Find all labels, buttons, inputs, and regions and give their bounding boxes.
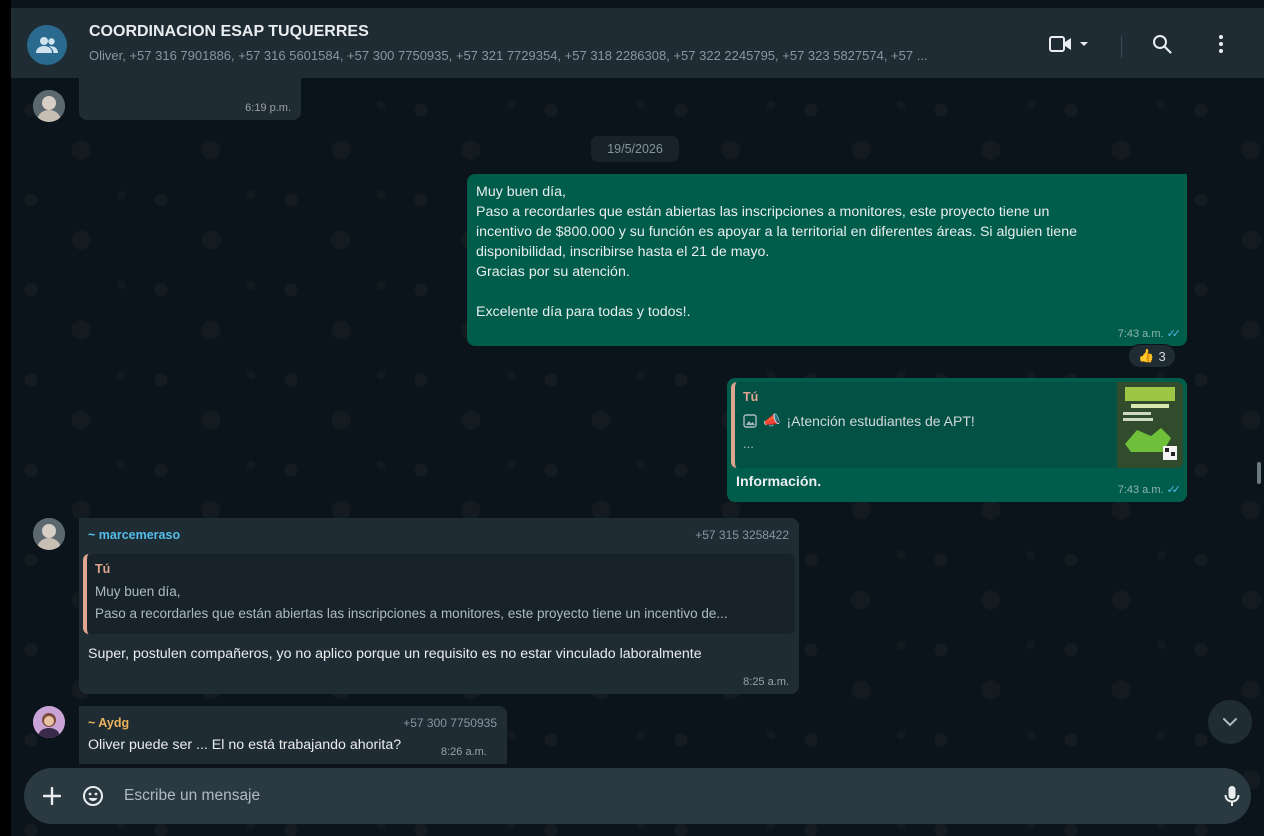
composer: Escribe un mensaje: [24, 768, 1251, 824]
group-icon: [36, 37, 58, 53]
message-list[interactable]: 6:19 p.m. 19/5/2026 Muy buen día, Paso a…: [11, 78, 1264, 764]
image-icon: [743, 413, 757, 428]
date-separator: 19/5/2026: [591, 136, 679, 162]
whatsapp-window: COORDINACION ESAP TUQUERRES Oliver, +57 …: [11, 0, 1264, 836]
voice-message-button[interactable]: [1220, 784, 1244, 808]
read-ticks-icon: ✓✓: [1166, 328, 1182, 340]
megaphone-icon: 📣: [763, 412, 781, 428]
chat-participants[interactable]: Oliver, +57 316 7901886, +57 316 5601584…: [89, 48, 1019, 63]
plus-icon: [43, 787, 61, 805]
emoji-button[interactable]: [80, 783, 106, 809]
sender-phone[interactable]: +57 300 7750935: [403, 716, 497, 730]
emoji-icon: [83, 786, 103, 806]
attach-button[interactable]: [40, 784, 64, 808]
sender-name[interactable]: ~ Aydg: [88, 716, 129, 730]
menu-button[interactable]: [1209, 30, 1233, 58]
message-text: Información.: [736, 474, 822, 490]
read-ticks-icon: ✓✓: [1166, 484, 1182, 496]
quote-author: Tú: [95, 562, 111, 576]
poster-thumbnail[interactable]: [1117, 382, 1183, 468]
message-time: 6:19 p.m.: [245, 102, 291, 114]
quote-author: Tú: [743, 390, 759, 404]
quote-more: ...: [743, 436, 754, 451]
message-time: 7:43 a.m. ✓✓: [1117, 328, 1182, 340]
avatar[interactable]: [33, 518, 65, 550]
reaction-badge[interactable]: 👍 3: [1128, 344, 1176, 368]
quoted-message[interactable]: Tú Muy buen día, Paso a recordarles que …: [83, 554, 795, 634]
quote-text: ¡Atención estudiantes de APT!: [786, 412, 975, 429]
group-avatar[interactable]: [27, 25, 67, 65]
video-call-button[interactable]: [1047, 30, 1091, 58]
chevron-down-icon: [1223, 718, 1237, 727]
header-divider: [1121, 36, 1122, 58]
chat-title[interactable]: COORDINACION ESAP TUQUERRES: [89, 23, 369, 41]
quote-content: 📣 ¡Atención estudiantes de APT!: [743, 412, 975, 429]
outgoing-reply[interactable]: Tú 📣 ¡Atención estudiantes de APT! ... I…: [727, 378, 1187, 502]
message-text: Super, postulen compañeros, yo no aplico…: [88, 646, 702, 662]
announcement-text: Muy buen día, Paso a recordarles que est…: [476, 184, 1077, 320]
outgoing-announcement[interactable]: Muy buen día, Paso a recordarles que est…: [467, 174, 1187, 346]
message-input[interactable]: Escribe un mensaje: [124, 768, 1184, 824]
quote-line: Paso a recordarles que están abiertas la…: [95, 606, 728, 621]
search-icon: [1153, 35, 1172, 54]
quote-line: Muy buen día,: [95, 584, 181, 599]
microphone-icon: [1224, 786, 1240, 806]
message-text: Oliver puede ser ... El no está trabajan…: [88, 737, 402, 753]
avatar[interactable]: [33, 706, 65, 738]
message-time: 8:26 a.m.: [441, 746, 487, 758]
search-button[interactable]: [1147, 30, 1177, 58]
thumbs-up-icon: 👍: [1138, 348, 1155, 363]
sender-name[interactable]: ~ marcemeraso: [88, 528, 180, 542]
avatar[interactable]: [33, 90, 65, 122]
message-time: 7:43 a.m. ✓✓: [1117, 484, 1182, 496]
scroll-to-bottom-button[interactable]: [1208, 700, 1252, 744]
quoted-message[interactable]: Tú 📣 ¡Atención estudiantes de APT! ...: [731, 382, 1183, 468]
menu-icon: [1219, 35, 1223, 53]
incoming-message[interactable]: ~ Aydg +57 300 7750935 Oliver puede ser …: [79, 706, 507, 764]
message-time: 8:25 a.m.: [743, 676, 789, 688]
reaction-count: 3: [1158, 348, 1166, 364]
message-bubble[interactable]: 6:19 p.m.: [79, 78, 301, 120]
chat-header[interactable]: COORDINACION ESAP TUQUERRES Oliver, +57 …: [11, 8, 1264, 78]
incoming-message[interactable]: ~ marcemeraso +57 315 3258422 Tú Muy bue…: [79, 518, 799, 694]
video-call-icon: [1049, 36, 1071, 52]
sender-phone[interactable]: +57 315 3258422: [695, 528, 789, 542]
scrollbar-thumb[interactable]: [1257, 462, 1261, 484]
chevron-down-icon: [1080, 42, 1088, 46]
